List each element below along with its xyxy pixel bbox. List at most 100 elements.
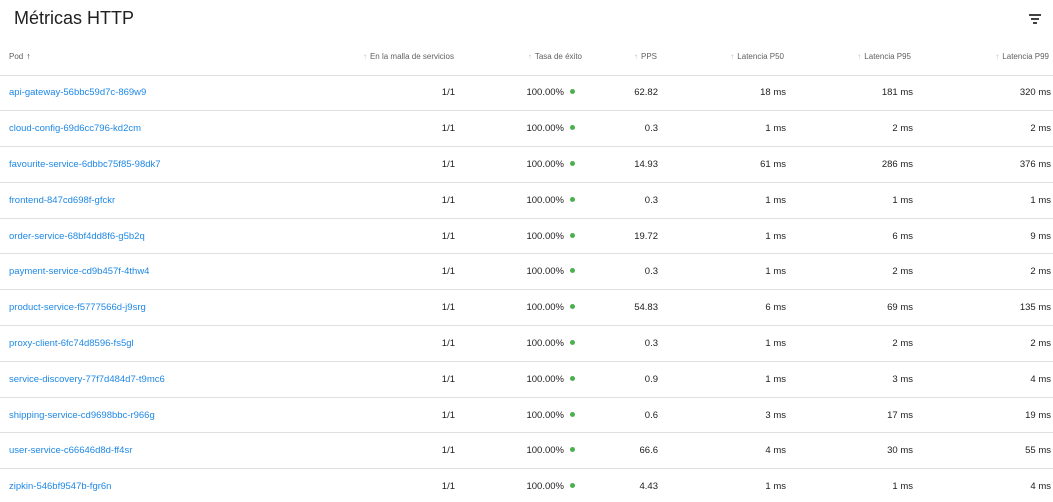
column-header-success-rate[interactable]: ↑ Tasa de éxito — [458, 38, 586, 76]
pps-cell: 62.82 — [586, 75, 661, 112]
mesh-cell: 1/1 — [200, 182, 458, 219]
success-rate-cell: 100.00% — [458, 110, 586, 148]
status-dot-icon — [570, 268, 575, 274]
pod-link[interactable]: order-service-68bf4dd8f6-g5b2q — [9, 231, 145, 242]
pps-cell: 0.3 — [586, 182, 661, 219]
latency-p50-cell: 4 ms — [661, 432, 788, 470]
pod-cell: order-service-68bf4dd8f6-g5b2q — [0, 218, 200, 255]
pod-cell: product-service-f5777566d-j9srg — [0, 289, 200, 327]
header-row: Pod ↑ ↑ En la malla de servicios ↑ Tasa de … — [0, 38, 1053, 76]
latency-p99-cell: 2 ms — [915, 325, 1053, 362]
sort-arrow-icon: ↑ — [730, 51, 735, 61]
column-header-pod[interactable]: Pod ↑ — [0, 38, 200, 76]
pod-link[interactable]: cloud-config-69d6cc796-kd2cm — [9, 123, 141, 134]
sort-arrow-icon: ↑ — [995, 51, 1000, 61]
latency-p95-cell: 2 ms — [788, 110, 915, 148]
pod-link[interactable]: user-service-c66646d8d-ff4sr — [9, 445, 132, 456]
column-header-pps[interactable]: ↑ PPS — [586, 38, 661, 76]
success-rate-value: 100.00% — [526, 409, 564, 421]
column-header-latency-p50[interactable]: ↑ Latencia P50 — [661, 38, 788, 76]
pps-cell: 0.3 — [586, 253, 661, 291]
table-row: favourite-service-6dbbc75f85-98dk7 1/1 100… — [0, 146, 1053, 183]
table-row: frontend-847cd698f-gfckr 1/1 100.00% 0.3 1 m… — [0, 182, 1053, 219]
pod-link[interactable]: api-gateway-56bbc59d7c-869w9 — [9, 87, 146, 98]
success-rate-value: 100.00% — [526, 230, 564, 242]
success-rate-cell: 100.00% — [458, 75, 586, 112]
pod-cell: api-gateway-56bbc59d7c-869w9 — [0, 75, 200, 112]
column-header-latency-p99[interactable]: ↑ Latencia P99 — [915, 38, 1053, 76]
success-rate-cell: 100.00% — [458, 146, 586, 183]
success-rate-cell: 100.00% — [458, 289, 586, 327]
pod-cell: payment-service-cd9b457f-4thw4 — [0, 253, 200, 291]
column-label-latency-p95: Latencia P95 — [864, 51, 911, 61]
pod-link[interactable]: zipkin-546bf9547b-fgr6n — [9, 481, 111, 492]
latency-p99-cell: 1 ms — [915, 182, 1053, 219]
latency-p95-cell: 69 ms — [788, 289, 915, 327]
latency-p95-cell: 286 ms — [788, 146, 915, 183]
status-dot-icon — [570, 89, 575, 95]
pod-link[interactable]: frontend-847cd698f-gfckr — [9, 195, 115, 206]
table-body: api-gateway-56bbc59d7c-869w9 1/1 100.00% 62… — [0, 75, 1053, 502]
pps-cell: 66.6 — [586, 432, 661, 470]
latency-p50-cell: 1 ms — [661, 325, 788, 362]
latency-p50-cell: 1 ms — [661, 253, 788, 291]
success-rate-cell: 100.00% — [458, 182, 586, 219]
status-dot-icon — [570, 447, 575, 453]
success-rate-cell: 100.00% — [458, 325, 586, 362]
column-header-latency-p95[interactable]: ↑ Latencia P95 — [788, 38, 915, 76]
pps-cell: 54.83 — [586, 289, 661, 327]
status-dot-icon — [570, 339, 575, 345]
latency-p95-cell: 2 ms — [788, 253, 915, 291]
latency-p50-cell: 3 ms — [661, 397, 788, 434]
column-label-pod: Pod — [9, 52, 24, 62]
table-row: user-service-c66646d8d-ff4sr 1/1 100.00% 66… — [0, 432, 1053, 470]
pod-link[interactable]: proxy-client-6fc74d8596-fs5gl — [9, 338, 134, 349]
status-dot-icon — [570, 375, 575, 381]
pod-link[interactable]: payment-service-cd9b457f-4thw4 — [9, 266, 149, 277]
http-metrics-table: Pod ↑ ↑ En la malla de servicios ↑ Tasa de … — [0, 38, 1053, 502]
sort-arrow-icon: ↑ — [633, 51, 638, 61]
table-row: proxy-client-6fc74d8596-fs5gl 1/1 100.00% 0… — [0, 325, 1053, 362]
pod-cell: user-service-c66646d8d-ff4sr — [0, 432, 200, 470]
column-label-pps: PPS — [640, 51, 657, 61]
sort-arrow-icon: ↑ — [362, 51, 367, 61]
pod-link[interactable]: product-service-f5777566d-j9srg — [9, 302, 146, 313]
sort-ascending-icon: ↑ — [26, 51, 31, 62]
success-rate-value: 100.00% — [526, 302, 564, 314]
latency-p50-cell: 1 ms — [661, 468, 788, 502]
pod-link[interactable]: favourite-service-6dbbc75f85-98dk7 — [9, 159, 161, 170]
pps-cell: 0.3 — [586, 325, 661, 362]
success-rate-value: 100.00% — [526, 123, 564, 135]
mesh-cell: 1/1 — [200, 253, 458, 291]
success-rate-cell: 100.00% — [458, 468, 586, 502]
table-row: shipping-service-cd9698bbc-r966g 1/1 100.0… — [0, 397, 1053, 434]
status-dot-icon — [570, 160, 575, 166]
latency-p50-cell: 1 ms — [661, 182, 788, 219]
table-row: service-discovery-77f7d484d7-t9mc6 1/1 100… — [0, 361, 1053, 398]
mesh-cell: 1/1 — [200, 146, 458, 183]
pod-link[interactable]: service-discovery-77f7d484d7-t9mc6 — [9, 374, 165, 385]
table-row: payment-service-cd9b457f-4thw4 1/1 100.00%… — [0, 253, 1053, 291]
filter-list-icon[interactable] — [1027, 11, 1043, 27]
latency-p50-cell: 6 ms — [661, 289, 788, 327]
pod-cell: favourite-service-6dbbc75f85-98dk7 — [0, 146, 200, 183]
success-rate-cell: 100.00% — [458, 432, 586, 470]
pod-link[interactable]: shipping-service-cd9698bbc-r966g — [9, 410, 155, 421]
latency-p99-cell: 4 ms — [915, 468, 1053, 502]
column-header-mesh[interactable]: ↑ En la malla de servicios — [200, 38, 458, 76]
status-dot-icon — [570, 304, 575, 310]
success-rate-value: 100.00% — [526, 445, 564, 457]
latency-p99-cell: 55 ms — [915, 432, 1053, 470]
column-label-latency-p99: Latencia P99 — [1002, 51, 1049, 61]
latency-p95-cell: 181 ms — [788, 75, 915, 112]
table-row: zipkin-546bf9547b-fgr6n 1/1 100.00% 4.43 1 m… — [0, 468, 1053, 502]
mesh-cell: 1/1 — [200, 397, 458, 434]
table-header: Pod ↑ ↑ En la malla de servicios ↑ Tasa de … — [0, 38, 1053, 76]
success-rate-value: 100.00% — [526, 87, 564, 99]
pps-cell: 4.43 — [586, 468, 661, 502]
latency-p50-cell: 1 ms — [661, 218, 788, 255]
status-dot-icon — [570, 232, 575, 238]
latency-p99-cell: 9 ms — [915, 218, 1053, 255]
latency-p95-cell: 2 ms — [788, 325, 915, 362]
success-rate-value: 100.00% — [526, 266, 564, 278]
